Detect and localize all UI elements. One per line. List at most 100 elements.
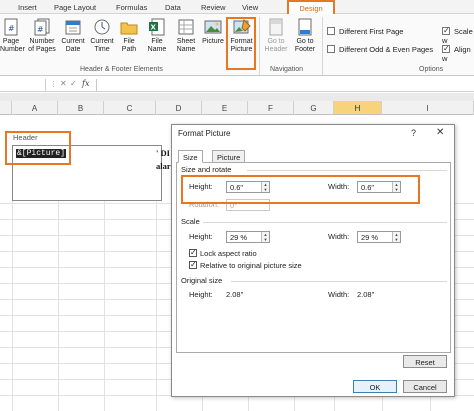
column-header-i[interactable]: I — [382, 101, 474, 115]
sheet-name-label: Sheet Name — [176, 38, 196, 53]
cancel-button[interactable]: Cancel — [403, 380, 447, 393]
different-odd-even-checkbox[interactable] — [327, 45, 335, 53]
help-button[interactable]: ? — [411, 128, 416, 138]
scale-height-value: 29 % — [230, 233, 248, 242]
select-all-corner[interactable] — [0, 101, 12, 115]
original-width-value: 2.08" — [357, 290, 375, 299]
scale-width-spinner[interactable]: 29 % ▲ ▼ — [357, 231, 401, 243]
file-path-button[interactable]: File Path — [118, 18, 140, 54]
cancel-icon[interactable]: ✕ — [60, 79, 67, 88]
page-number-button[interactable]: # Page Number — [0, 18, 25, 54]
name-box[interactable] — [0, 79, 46, 91]
scale-width-label: Width: — [328, 232, 350, 241]
ok-button[interactable]: OK — [353, 380, 397, 393]
cancel-entry-icon[interactable]: ⋮ — [50, 80, 57, 88]
picture-button[interactable]: Picture — [201, 18, 225, 46]
tab-insert[interactable]: Insert — [18, 3, 37, 12]
relative-to-original-checkbox[interactable]: Relative to original picture size — [189, 260, 302, 270]
align-with-checkbox[interactable] — [442, 44, 450, 53]
column-header-f[interactable]: F — [248, 101, 294, 115]
tab-design[interactable]: Design — [287, 0, 335, 15]
format-picture-highlight — [226, 17, 256, 70]
align-with-option[interactable]: Align w — [442, 44, 474, 63]
original-width-label: Width: — [328, 290, 350, 299]
formula-bar: ⋮ ✕ ✓ fx — [0, 78, 474, 92]
ribbon-tab-bar: Insert Page Layout Formulas Data Review … — [0, 0, 474, 14]
column-header-g[interactable]: G — [294, 101, 334, 115]
different-first-page-checkbox[interactable] — [327, 27, 335, 35]
tab-page-layout[interactable]: Page Layout — [54, 3, 96, 12]
tab-review[interactable]: Review — [201, 3, 226, 12]
picture-icon — [204, 20, 222, 34]
page-number-label: Page Number — [0, 38, 25, 53]
current-date-button[interactable]: Current Date — [59, 18, 87, 54]
column-header-h[interactable]: H — [334, 101, 382, 115]
original-size-heading: Original size — [181, 276, 223, 285]
file-name-button[interactable]: X File Name — [144, 18, 170, 54]
svg-text:#: # — [37, 25, 44, 34]
sheet-icon — [178, 19, 194, 35]
scale-with-option[interactable]: Scale w — [442, 26, 474, 45]
scale-height-spinner[interactable]: 29 % ▲ ▼ — [226, 231, 270, 243]
current-time-button[interactable]: Current Time — [88, 18, 116, 54]
spinner-arrows-icon[interactable]: ▲ ▼ — [261, 232, 269, 242]
number-of-pages-icon: # — [34, 18, 50, 36]
current-time-label: Current Time — [90, 38, 114, 53]
divider — [203, 222, 447, 223]
tab-data[interactable]: Data — [165, 3, 181, 12]
clock-icon — [94, 19, 110, 35]
ribbon-separator — [259, 17, 260, 75]
column-header-b[interactable]: B — [58, 101, 104, 115]
go-to-footer-button[interactable]: Go to Footer — [291, 18, 319, 54]
tab-view[interactable]: View — [242, 3, 258, 12]
close-icon[interactable]: ✕ — [436, 127, 444, 138]
sheet-name-button[interactable]: Sheet Name — [174, 18, 198, 54]
checkbox-box[interactable] — [189, 248, 197, 257]
center-header-text-2: alar — [156, 161, 171, 171]
formula-input[interactable] — [96, 79, 474, 91]
file-name-label: File Name — [147, 38, 167, 53]
tab-size[interactable]: Size — [178, 150, 203, 163]
dialog-title: Format Picture — [178, 129, 231, 138]
divider — [231, 281, 447, 282]
different-odd-even-label: Different Odd & Even Pages — [339, 45, 434, 54]
svg-text:X: X — [151, 24, 157, 32]
scale-with-checkbox[interactable] — [442, 26, 450, 35]
group-label-header-footer-elements: Header & Footer Elements — [80, 66, 163, 73]
format-picture-dialog: Format Picture ? ✕ Size Picture Size and… — [171, 124, 455, 397]
ribbon-separator — [322, 17, 323, 75]
enter-icon[interactable]: ✓ — [70, 79, 77, 88]
reset-button[interactable]: Reset — [403, 355, 447, 368]
tab-formulas[interactable]: Formulas — [116, 3, 147, 12]
go-to-footer-icon — [298, 18, 312, 36]
number-of-pages-button[interactable]: # Number of Pages — [27, 18, 57, 54]
scale-width-value: 29 % — [361, 233, 379, 242]
relative-to-original-label: Relative to original picture size — [200, 261, 302, 270]
lock-aspect-ratio-checkbox[interactable]: Lock aspect ratio — [189, 248, 257, 258]
excel-file-icon: X — [149, 18, 165, 36]
different-first-page-option[interactable]: Different First Page — [327, 27, 403, 36]
column-header-c[interactable]: C — [104, 101, 156, 115]
svg-text:#: # — [8, 24, 15, 33]
column-header-e[interactable]: E — [202, 101, 248, 115]
picture-label: Picture — [202, 38, 224, 45]
group-label-navigation: Navigation — [270, 66, 304, 73]
spinner-arrows-icon[interactable]: ▲ ▼ — [392, 232, 400, 242]
current-date-label: Current Date — [61, 38, 85, 53]
scale-height-label: Height: — [189, 232, 213, 241]
folder-icon — [120, 22, 138, 35]
scale-heading: Scale — [181, 217, 200, 226]
lock-aspect-ratio-label: Lock aspect ratio — [200, 249, 257, 258]
insert-function-icon[interactable]: fx — [82, 79, 89, 88]
size-and-rotate-heading: Size and rotate — [181, 165, 232, 174]
height-width-highlight — [181, 175, 420, 204]
checkbox-box[interactable] — [189, 260, 197, 269]
column-header-d[interactable]: D — [156, 101, 202, 115]
original-height-label: Height: — [189, 290, 213, 299]
go-to-header-icon — [269, 18, 283, 36]
group-label-options: Options — [419, 66, 444, 73]
go-to-header-button[interactable]: Go to Header — [262, 18, 290, 54]
column-header-a[interactable]: A — [12, 101, 58, 115]
number-of-pages-label: Number of Pages — [28, 38, 56, 53]
different-odd-even-option[interactable]: Different Odd & Even Pages — [327, 45, 433, 54]
